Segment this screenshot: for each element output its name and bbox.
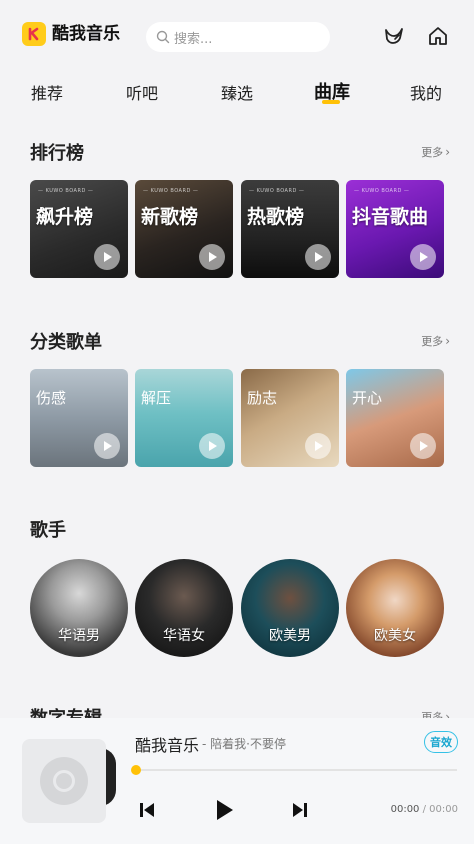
next-track-icon[interactable] <box>288 798 312 822</box>
more-label: 更多 <box>421 335 444 348</box>
search-input[interactable]: 搜索... <box>146 22 330 52</box>
play-icon[interactable] <box>410 433 436 459</box>
search-placeholder: 搜索... <box>174 31 213 47</box>
app-name: 酷我音乐 <box>52 24 120 44</box>
chart-label: 新歌榜 <box>141 206 199 228</box>
time-separator: / <box>422 804 426 815</box>
chart-card-rising[interactable]: — KUWO BOARD — 飙升榜 <box>30 180 128 278</box>
play-icon[interactable] <box>94 244 120 270</box>
chart-card-new[interactable]: — KUWO BOARD — 新歌榜 <box>135 180 233 278</box>
more-label: 更多 <box>421 146 444 159</box>
category-label: 开心 <box>352 389 383 407</box>
play-icon[interactable] <box>410 244 436 270</box>
category-label: 励志 <box>247 389 278 407</box>
tab-recommend[interactable]: 推荐 <box>31 80 63 104</box>
singer-card-western-male[interactable]: 欧美男 <box>241 559 339 657</box>
category-label: 解压 <box>141 389 172 407</box>
play-icon[interactable] <box>199 244 225 270</box>
singer-label: 华语女 <box>163 628 205 644</box>
tab-listen[interactable]: 听吧 <box>126 80 158 104</box>
mini-player: 酷我音乐 - 陪着我·不要停 音效 00:00 / 00:00 <box>0 718 474 844</box>
player-song-subtitle: - 陪着我·不要停 <box>202 737 286 751</box>
play-pause-icon[interactable] <box>212 798 236 822</box>
category-card-happy[interactable]: 开心 <box>346 369 444 467</box>
category-card-relax[interactable]: 解压 <box>135 369 233 467</box>
more-categories-link[interactable]: 更多 › <box>421 333 450 349</box>
more-charts-link[interactable]: 更多 › <box>421 144 450 160</box>
singer-card-chinese-male[interactable]: 华语男 <box>30 559 128 657</box>
disc-icon <box>40 757 88 805</box>
category-label: 伤感 <box>36 389 67 407</box>
top-bar: 酷我音乐 搜索... <box>0 0 474 72</box>
chart-card-hot[interactable]: — KUWO BOARD — 热歌榜 <box>241 180 339 278</box>
kuwo-logo-icon[interactable] <box>22 22 46 46</box>
category-card-inspire[interactable]: 励志 <box>241 369 339 467</box>
chart-label: 抖音歌曲 <box>352 206 429 228</box>
progress-thumb[interactable] <box>131 765 141 775</box>
tab-select[interactable]: 臻选 <box>221 80 253 104</box>
singer-card-western-female[interactable]: 欧美女 <box>346 559 444 657</box>
tab-mine[interactable]: 我的 <box>410 80 442 104</box>
elapsed-time: 00:00 <box>390 804 420 815</box>
duration-time: 00:00 <box>429 804 458 815</box>
chevron-right-icon: › <box>445 145 450 159</box>
active-tab-indicator <box>322 100 340 104</box>
time-display: 00:00 / 00:00 <box>391 804 458 815</box>
play-icon[interactable] <box>305 244 331 270</box>
category-card-sad[interactable]: 伤感 <box>30 369 128 467</box>
chart-tag: — KUWO BOARD — <box>143 188 199 194</box>
sound-effect-button[interactable]: 音效 <box>424 731 458 753</box>
play-icon[interactable] <box>94 433 120 459</box>
chart-label: 热歌榜 <box>247 206 305 228</box>
main-tabs: 推荐 听吧 臻选 曲库 我的 <box>0 72 474 112</box>
player-song-title: 酷我音乐 <box>135 736 200 755</box>
singer-card-chinese-female[interactable]: 华语女 <box>135 559 233 657</box>
chevron-right-icon: › <box>445 334 450 348</box>
listen-recognize-icon[interactable] <box>382 24 406 48</box>
previous-track-icon[interactable] <box>135 798 159 822</box>
section-title-singers: 歌手 <box>30 520 66 541</box>
chart-label: 飙升榜 <box>36 206 94 228</box>
singer-label: 华语男 <box>58 628 100 644</box>
chart-tag: — KUWO BOARD — <box>249 188 305 194</box>
play-icon[interactable] <box>305 433 331 459</box>
home-icon[interactable] <box>426 24 450 48</box>
album-cover[interactable] <box>22 739 106 823</box>
progress-track[interactable] <box>135 769 457 771</box>
chart-tag: — KUWO BOARD — <box>38 188 94 194</box>
chart-tag: — KUWO BOARD — <box>354 188 410 194</box>
singer-label: 欧美女 <box>374 628 416 644</box>
search-icon <box>156 30 170 44</box>
section-title-categories: 分类歌单 <box>30 332 102 353</box>
section-title-charts: 排行榜 <box>30 143 84 164</box>
play-icon[interactable] <box>199 433 225 459</box>
chart-card-douyin[interactable]: — KUWO BOARD — 抖音歌曲 <box>346 180 444 278</box>
singer-label: 欧美男 <box>269 628 311 644</box>
